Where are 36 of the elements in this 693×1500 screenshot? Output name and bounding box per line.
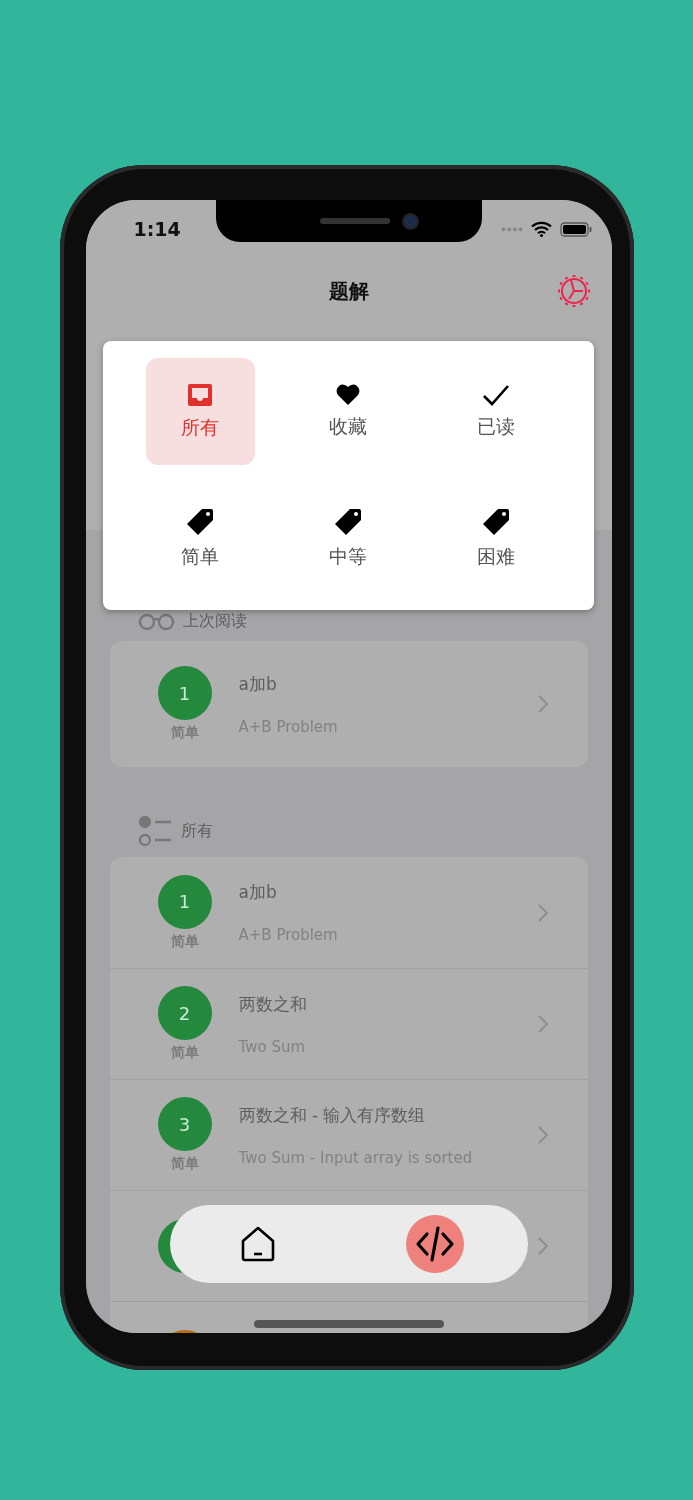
tab-button[interactable] <box>405 1215 464 1273</box>
problem-title: a加b <box>238 672 278 696</box>
page-title: 题解 <box>328 277 369 305</box>
home-icon <box>240 1226 275 1262</box>
problem-title: 两数之和 - 输入有序数组 <box>238 1103 427 1127</box>
heart-icon <box>335 383 361 406</box>
section-heading: 上次阅读 <box>182 610 247 632</box>
tag-icon <box>334 508 362 536</box>
chevron-icon <box>537 1015 548 1033</box>
glasses-icon <box>137 611 175 631</box>
check-icon <box>481 383 510 406</box>
number-circle: 2 <box>157 986 212 1040</box>
battery-icon <box>559 221 592 237</box>
number-circle: 3 <box>157 1097 212 1151</box>
inbox-icon <box>187 382 214 407</box>
checklist-icon <box>137 815 173 847</box>
chevron-icon <box>537 695 548 713</box>
chevron-icon <box>537 1237 548 1255</box>
code-icon <box>414 1224 455 1264</box>
problem-title: a加b <box>238 881 278 904</box>
filter-option[interactable]: 所有 <box>145 358 255 465</box>
filter-option[interactable]: 已读 <box>441 358 551 465</box>
wifi-icon <box>530 221 552 237</box>
tag-icon <box>481 508 510 536</box>
chevron-icon <box>537 903 548 922</box>
filter-option[interactable]: 简单 <box>145 485 255 593</box>
number-circle: 1 <box>157 874 212 929</box>
filter-option[interactable]: 中等 <box>293 485 403 593</box>
tag-icon <box>186 508 215 536</box>
number-circle: 1 <box>157 666 212 720</box>
filter-option[interactable]: 收藏 <box>293 358 403 465</box>
filter-option[interactable]: 困难 <box>441 485 551 593</box>
chevron-icon <box>537 1126 548 1144</box>
section-heading: 所有 <box>180 820 213 842</box>
problem-title: 两数之和 <box>238 992 308 1016</box>
status-time: 1:14 <box>133 218 181 240</box>
